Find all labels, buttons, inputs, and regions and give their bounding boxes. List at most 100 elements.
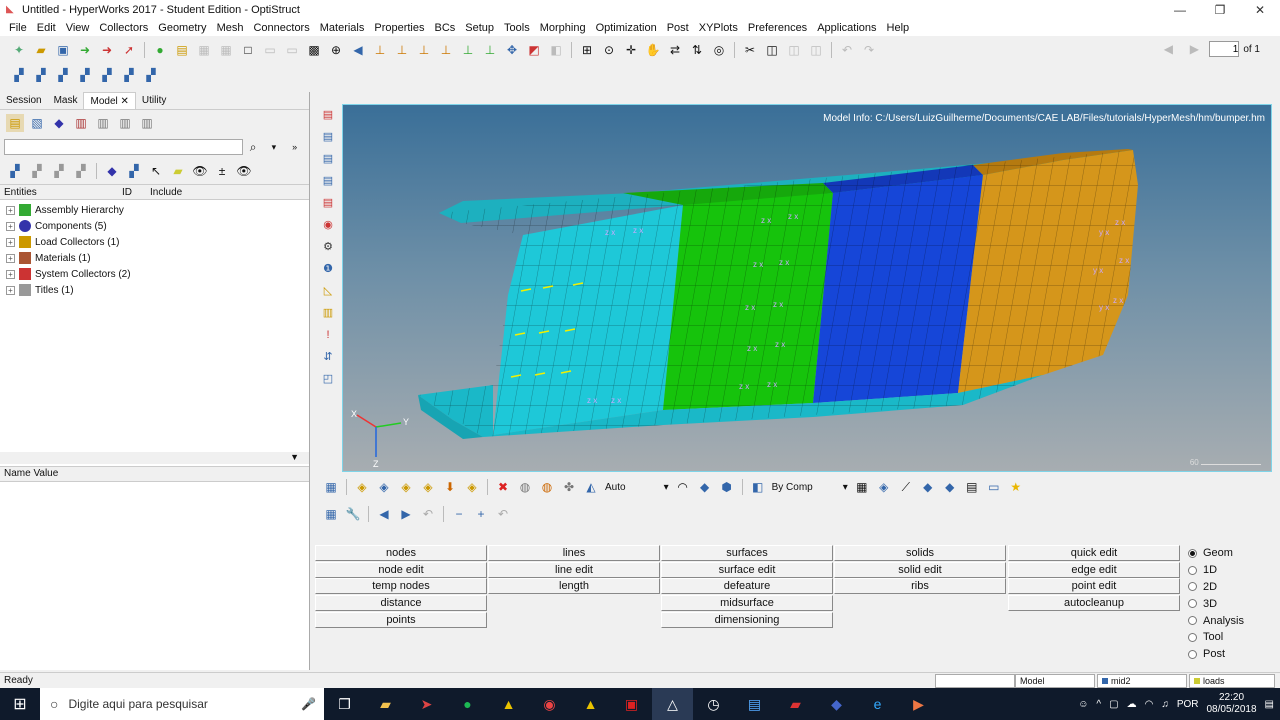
iso-view-icon[interactable]: ✥ [503,41,521,59]
taskbar-clock[interactable]: 22:20 08/05/2018 [1206,692,1256,716]
panel-points-button[interactable]: points [315,611,487,628]
zoom-in-icon[interactable]: ⊕ [327,41,345,59]
network-app-icon[interactable]: ▢ [1109,699,1118,710]
window-select-icon[interactable]: □ [239,41,257,59]
axis-view2-icon[interactable]: ⊥ [393,41,411,59]
red-app-icon[interactable]: ▰ [775,688,816,720]
chrome-icon[interactable]: ◉ [529,688,570,720]
include-column-header[interactable]: Include [150,187,182,198]
menu-materials[interactable]: Materials [315,22,370,34]
settings-view-icon[interactable]: ▥ [138,114,156,132]
property-tool-icon[interactable]: ▤ [319,128,337,146]
save-model-icon[interactable]: ▣ [54,41,72,59]
panel-menu-icon[interactable]: ▦ [322,505,340,523]
menu-optimization[interactable]: Optimization [591,22,662,34]
menu-file[interactable]: File [4,22,32,34]
tree-item-components[interactable]: + Components (5) [0,218,309,234]
clip-icon[interactable]: ✂ [741,41,759,59]
panel-point-edit-button[interactable]: point edit [1008,578,1180,595]
orbit-icon[interactable]: ◎ [710,41,728,59]
refresh-view-icon[interactable]: ▥ [116,114,134,132]
fit-icon[interactable]: ⊞ [578,41,596,59]
orange-app-icon[interactable]: ▶ [898,688,939,720]
panel-nodes-button[interactable]: nodes [315,545,487,561]
dev-app-icon[interactable]: ▤ [734,688,775,720]
tab-session[interactable]: Session [0,92,48,109]
spin-icon[interactable]: ⇅ [688,41,706,59]
wireframe-icon[interactable]: ◠ [674,478,692,496]
windows-start-icon[interactable]: ⊞ [0,688,40,720]
panel-lines-button[interactable]: lines [488,545,660,561]
new-model-icon[interactable]: ✦ [10,41,28,59]
color-mode-icon[interactable]: ◧ [749,478,767,496]
expand-options-icon[interactable]: » [286,138,303,156]
page-number-input[interactable] [1209,41,1240,57]
expand-icon[interactable]: + [6,221,15,231]
panel-surface-edit-button[interactable]: surface edit [661,561,833,578]
radio-3d[interactable]: 3D [1188,595,1278,612]
numbering-tool-icon[interactable]: ❶ [319,260,337,278]
menu-xyplots[interactable]: XYPlots [694,22,743,34]
folder-view-icon[interactable]: ▤ [6,114,24,132]
minimize-icon[interactable]: — [1160,0,1200,20]
tree-item-load-collectors[interactable]: + Load Collectors (1) [0,234,309,250]
center-icon[interactable]: ✛ [622,41,640,59]
panel-splitter[interactable]: ▼ [0,452,309,464]
expand-icon[interactable]: + [6,205,15,215]
load-tool-icon[interactable]: ▤ [319,172,337,190]
axis-view6-icon[interactable]: ⊥ [481,41,499,59]
radio-dot[interactable] [1188,649,1197,659]
export-icon[interactable]: ➜ [98,41,116,59]
solid-shade-icon[interactable]: ◆ [941,478,959,496]
material-tool-icon[interactable]: ▤ [319,150,337,168]
volume-icon[interactable]: ♫ [1161,699,1169,710]
label-tool-icon[interactable]: ▥ [319,304,337,322]
geometry-display-icon[interactable]: ▞ [50,162,68,180]
menu-setup[interactable]: Setup [460,22,499,34]
menu-preferences[interactable]: Preferences [743,22,812,34]
panel-midsurface-button[interactable]: midsurface [661,595,833,612]
axis-view3-icon[interactable]: ⊥ [415,41,433,59]
tab-model[interactable]: Model ✕ [83,92,136,109]
align-tool-icon[interactable]: ⇵ [319,348,337,366]
radio-2d[interactable]: 2D [1188,579,1278,596]
blue-app-icon[interactable]: ◆ [816,688,857,720]
id-column-header[interactable]: ID [122,187,150,198]
axis-view4-icon[interactable]: ⊥ [437,41,455,59]
collapse-icon[interactable]: ▼ [290,452,299,462]
unmask-tool-icon[interactable]: ◈ [375,478,393,496]
rotate-icon[interactable]: ⇄ [666,41,684,59]
solid-display-icon[interactable]: ⬢ [718,478,736,496]
menu-view[interactable]: View [61,22,95,34]
expand-icon[interactable]: + [6,253,15,263]
reverse-tool-icon[interactable]: ◈ [463,478,481,496]
panel-solids-button[interactable]: solids [834,545,1006,561]
expand-icon[interactable]: + [6,269,15,279]
undo-icon[interactable]: ↶ [494,505,512,523]
menu-morphing[interactable]: Morphing [535,22,591,34]
screen-icon[interactable]: ▭ [985,478,1003,496]
mask-tool-icon[interactable]: ◈ [353,478,371,496]
components-view-icon[interactable]: ▧ [28,114,46,132]
hide-tool-icon[interactable]: ⬇ [441,478,459,496]
hyperworks-icon[interactable]: △ [652,688,693,720]
tree-item-assembly-hierarchy[interactable]: + Assembly Hierarchy [0,202,309,218]
search-icon[interactable]: ⌕ [245,138,262,156]
element-shaded-icon[interactable]: ◈ [875,478,893,496]
feature-display-icon[interactable]: ▞ [72,162,90,180]
component-tool-icon[interactable]: ▤ [319,106,337,124]
undo-view-icon[interactable]: ◀ [349,41,367,59]
panel-autocleanup-button[interactable]: autocleanup [1008,595,1180,612]
axis-view5-icon[interactable]: ⊥ [459,41,477,59]
surface-display-icon[interactable]: ◆ [919,478,937,496]
solidworks-icon[interactable]: ▣ [611,688,652,720]
graphics-viewport[interactable]: Model Info: C:/Users/LuizGuilherme/Docum… [342,104,1272,472]
radio-dot[interactable] [1188,599,1197,609]
menu-connectors[interactable]: Connectors [248,22,314,34]
radio-post[interactable]: Post [1188,646,1278,663]
export-solver-icon[interactable]: ➚ [120,41,138,59]
people-icon[interactable]: ☺ [1078,699,1088,710]
display-mode-icon[interactable]: ◭ [582,478,600,496]
frame-tool-icon[interactable]: ◰ [319,370,337,388]
hide-icon[interactable]: 👁 [235,162,253,180]
